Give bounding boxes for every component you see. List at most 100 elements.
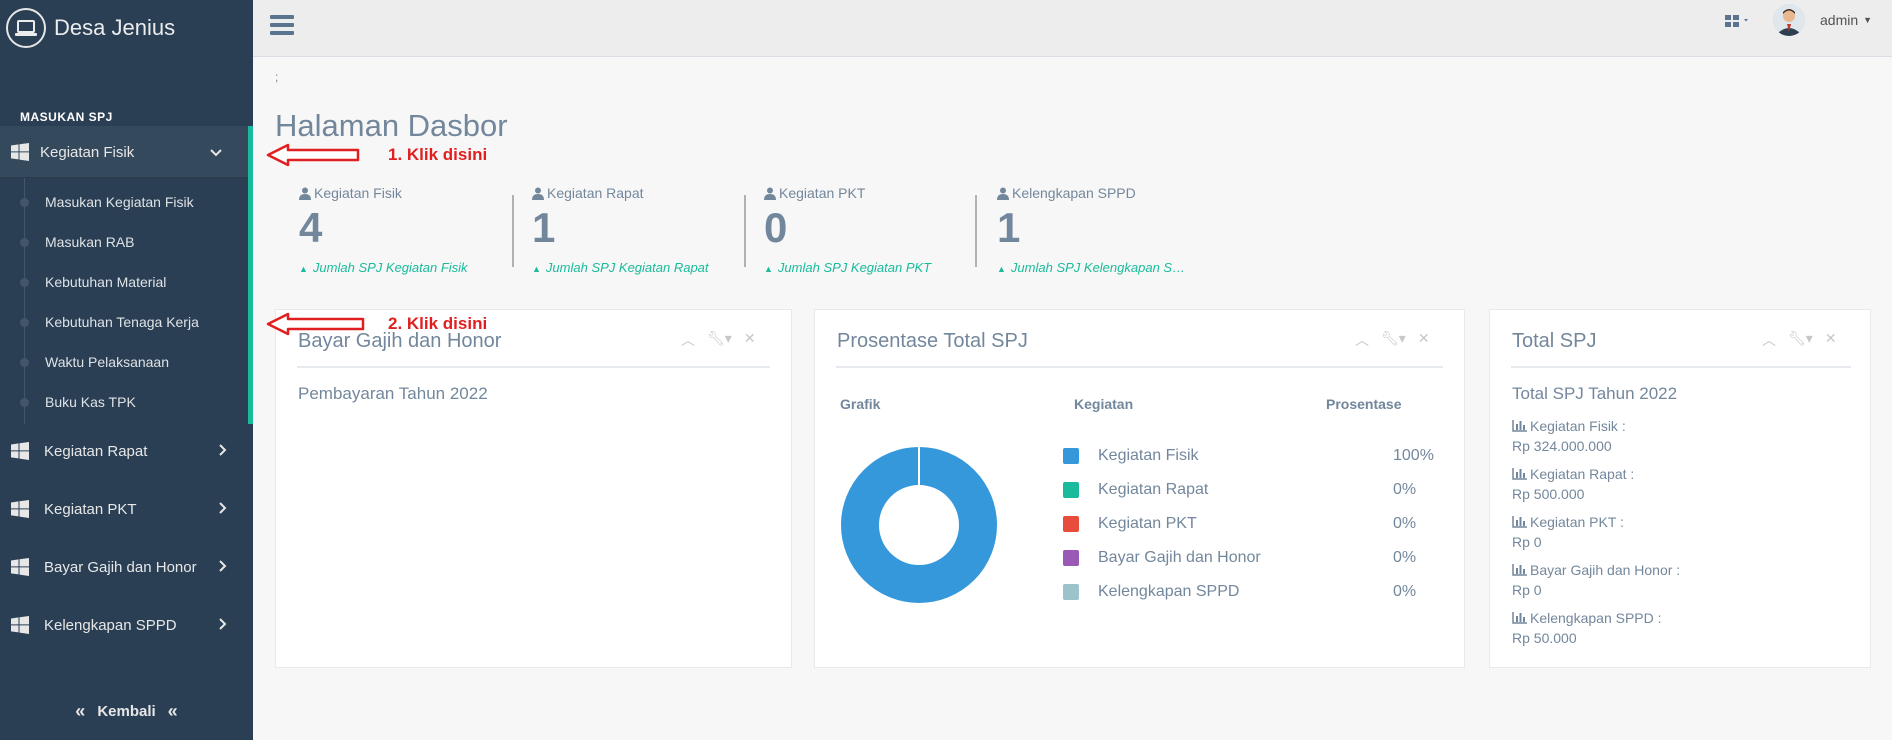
user-icon: [764, 187, 776, 200]
total-item-amount: Rp 324.000.000: [1512, 438, 1612, 454]
panel-tools: ︿ 🔧︎▾ ✕: [1762, 330, 1837, 350]
stat-footer-label: Jumlah SPJ Kegiatan Rapat: [545, 260, 709, 275]
double-chevron-left-icon: «: [167, 700, 178, 721]
stat-footer-label: Jumlah SPJ Kegiatan PKT: [777, 260, 932, 275]
wrench-icon[interactable]: 🔧︎▾: [707, 330, 732, 350]
stat-head: Kegiatan PKT: [764, 185, 865, 201]
chevron-right-icon: [219, 617, 227, 633]
user-menu[interactable]: admin ▼: [1773, 4, 1872, 36]
bar-chart-icon: [1512, 516, 1527, 528]
collapse-icon[interactable]: ︿: [681, 330, 695, 350]
bar-chart-icon: [1512, 564, 1527, 576]
panel-subtitle: Pembayaran Tahun 2022: [298, 384, 488, 403]
legend-label: Kegiatan Fisik: [1098, 447, 1199, 464]
stray-text: ;: [275, 70, 279, 84]
legend-row: Kegiatan Fisik 100%: [1063, 441, 1463, 471]
submenu-item-label: Masukan RAB: [45, 234, 135, 250]
col-header-prosentase: Prosentase: [1326, 396, 1402, 412]
user-icon: [299, 187, 311, 200]
stat-label: Kegiatan PKT: [779, 185, 866, 201]
col-header-kegiatan: Kegiatan: [1074, 396, 1134, 412]
donut-chart: [841, 446, 997, 603]
submenu-item-label: Masukan Kegiatan Fisik: [45, 194, 194, 210]
triangle-up-icon: ▲: [764, 264, 773, 274]
menu-section-label: MASUKAN SPJ: [20, 110, 113, 124]
panel-title: Prosentase Total SPJ: [837, 330, 1028, 352]
submenu-item[interactable]: Kebutuhan Material: [0, 262, 248, 302]
panel-total-spj: Total SPJ ︿ 🔧︎▾ ✕ Total SPJ Tahun 2022 K…: [1489, 309, 1871, 668]
sidebar-item-kegiatan-fisik[interactable]: Kegiatan Fisik: [0, 126, 253, 178]
submenu-item[interactable]: Buku Kas TPK: [0, 382, 248, 422]
legend-row: Bayar Gajih dan Honor 0%: [1063, 543, 1463, 573]
collapse-icon[interactable]: ︿: [1762, 330, 1776, 350]
back-button-label: Kembali: [97, 702, 156, 720]
user-icon: [532, 187, 544, 200]
stat-divider: [744, 195, 746, 267]
stat-head: Kegiatan Rapat: [532, 185, 644, 201]
annotation-step-2: 2. Klik disini: [388, 314, 488, 333]
avatar: [1773, 4, 1805, 36]
page-title: Halaman Dasbor: [275, 108, 508, 143]
sidebar-item-kegiatan-pkt[interactable]: Kegiatan PKT: [0, 484, 253, 534]
sidebar-item-kelengkapan-sppd[interactable]: Kelengkapan SPPD: [0, 600, 253, 650]
col-header-grafik: Grafik: [840, 396, 881, 412]
collapse-icon[interactable]: ︿: [1355, 330, 1369, 350]
bullet-dot-icon: [20, 357, 29, 367]
laptop-icon: [6, 8, 46, 48]
user-icon: [997, 187, 1009, 200]
legend-row: Kegiatan PKT 0%: [1063, 509, 1463, 539]
stat-head: Kegiatan Fisik: [299, 185, 402, 201]
close-icon[interactable]: ✕: [1825, 330, 1837, 350]
menu-toggle-icon[interactable]: [270, 13, 294, 37]
panel-title: Total SPJ: [1512, 330, 1597, 352]
panel-tools: ︿ 🔧︎▾ ✕: [681, 330, 756, 350]
legend-swatch: [1063, 584, 1079, 600]
sidebar-item-label: Kegiatan Fisik: [40, 143, 135, 161]
sidebar-item-label: Bayar Gajih dan Honor: [44, 558, 197, 576]
total-item: Kegiatan Fisik : Rp 324.000.000: [1512, 418, 1626, 454]
annotation-arrow-left-icon: [266, 143, 360, 167]
total-item: Kegiatan PKT : Rp 0: [1512, 514, 1624, 550]
wrench-icon[interactable]: 🔧︎▾: [1381, 330, 1406, 350]
bar-chart-icon: [1512, 468, 1527, 480]
total-item: Kegiatan Rapat : Rp 500.000: [1512, 466, 1634, 502]
apps-grid-icon[interactable]: [1723, 8, 1757, 30]
submenu-item[interactable]: Masukan Kegiatan Fisik: [0, 182, 248, 222]
submenu-item[interactable]: Kebutuhan Tenaga Kerja: [0, 302, 248, 342]
sidebar-item-label: Kegiatan Rapat: [44, 442, 148, 460]
stat-count: 1: [532, 204, 556, 251]
panel-bayar-gajih: Bayar Gajih dan Honor ︿ 🔧︎▾ ✕ Pembayaran…: [275, 309, 792, 668]
wrench-icon[interactable]: 🔧︎▾: [1788, 330, 1813, 350]
submenu-item[interactable]: Waktu Pelaksanaan: [0, 342, 248, 382]
stat-count: 1: [997, 204, 1021, 251]
stat-footer-label: Jumlah SPJ Kegiatan Fisik: [312, 260, 468, 275]
legend-value: 100%: [1393, 447, 1434, 464]
windows-icon: [11, 500, 29, 518]
bullet-dot-icon: [20, 317, 29, 327]
stat-count: 0: [764, 204, 788, 251]
annotation-arrow-left-icon: [266, 312, 365, 336]
total-item-amount: Rp 50.000: [1512, 630, 1577, 646]
submenu-item-label: Buku Kas TPK: [45, 394, 136, 410]
brand[interactable]: Desa Jenius: [6, 7, 175, 49]
submenu-item-label: Waktu Pelaksanaan: [45, 354, 169, 370]
panel-prosentase: Prosentase Total SPJ ︿ 🔧︎▾ ✕ Grafik Kegi…: [814, 309, 1465, 668]
legend-value: 0%: [1393, 549, 1417, 566]
total-item-amount: Rp 0: [1512, 534, 1542, 550]
back-button[interactable]: « Kembali «: [0, 686, 253, 736]
triangle-up-icon: ▲: [299, 264, 308, 274]
triangle-up-icon: ▲: [997, 264, 1006, 274]
stat-label: Kegiatan Fisik: [314, 185, 402, 201]
legend-value: 0%: [1393, 583, 1417, 600]
close-icon[interactable]: ✕: [1418, 330, 1430, 350]
stat-footer: ▲ Jumlah SPJ Kegiatan PKT: [764, 260, 989, 275]
close-icon[interactable]: ✕: [744, 330, 756, 350]
sidebar-item-kegiatan-rapat[interactable]: Kegiatan Rapat: [0, 426, 253, 476]
bullet-dot-icon: [20, 237, 29, 247]
panel-divider: [836, 366, 1443, 368]
sidebar-item-bayar-gajih[interactable]: Bayar Gajih dan Honor: [0, 542, 253, 592]
bar-chart-icon: [1512, 612, 1527, 624]
submenu-item-label: Kebutuhan Tenaga Kerja: [45, 314, 199, 330]
total-item-amount: Rp 0: [1512, 582, 1542, 598]
submenu-item[interactable]: Masukan RAB: [0, 222, 248, 262]
